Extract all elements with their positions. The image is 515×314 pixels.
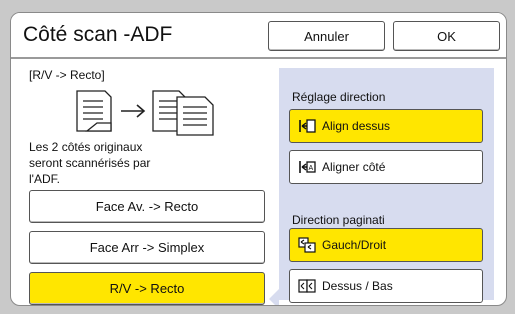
description-text: Les 2 côtés originaux seront scannérisés… bbox=[29, 139, 150, 187]
description-line: seront scannérisés par bbox=[29, 156, 151, 170]
align-side-icon: A bbox=[299, 161, 316, 173]
left-right-option[interactable]: Gauch/Droit bbox=[289, 228, 483, 262]
dialog-header: Côté scan -ADF Annuler OK bbox=[11, 13, 506, 59]
direction-heading: Réglage direction bbox=[292, 90, 386, 104]
front-to-simplex-button[interactable]: Face Av. -> Recto bbox=[29, 190, 265, 223]
option-label: Align dessus bbox=[322, 119, 391, 133]
panel-pointer bbox=[269, 289, 279, 305]
option-label: Aligner côté bbox=[322, 160, 386, 174]
option-label: Gauch/Droit bbox=[322, 238, 387, 252]
back-to-simplex-button[interactable]: Face Arr -> Simplex bbox=[29, 231, 265, 264]
scan-side-dialog: Côté scan -ADF Annuler OK [R/V -> Recto]… bbox=[10, 12, 507, 306]
cancel-button[interactable]: Annuler bbox=[268, 21, 385, 51]
ok-button[interactable]: OK bbox=[393, 21, 500, 51]
top-bottom-pages-icon bbox=[298, 279, 316, 293]
direction-settings-panel: Réglage direction Align dessus A Aligner… bbox=[279, 68, 494, 303]
align-side-option[interactable]: A Aligner côté bbox=[289, 150, 483, 184]
arrow-right-icon bbox=[121, 104, 146, 118]
two-pages-icon bbox=[152, 90, 214, 136]
duplex-to-simplex-illustration bbox=[76, 90, 214, 136]
top-bottom-option[interactable]: Dessus / Bas bbox=[289, 269, 483, 303]
align-top-option[interactable]: Align dessus bbox=[289, 109, 483, 143]
mode-label: [R/V -> Recto] bbox=[29, 68, 105, 82]
duplex-to-simplex-button[interactable]: R/V -> Recto bbox=[29, 272, 265, 305]
left-right-pages-icon bbox=[298, 237, 316, 253]
option-label: Dessus / Bas bbox=[322, 279, 393, 293]
description-line: l'ADF. bbox=[29, 172, 60, 186]
dialog-title: Côté scan -ADF bbox=[23, 23, 173, 46]
pagination-heading: Direction paginati bbox=[292, 213, 385, 227]
description-line: Les 2 côtés originaux bbox=[29, 140, 143, 154]
duplex-page-icon bbox=[76, 90, 112, 132]
svg-text:A: A bbox=[309, 165, 314, 172]
align-top-icon bbox=[299, 119, 316, 133]
